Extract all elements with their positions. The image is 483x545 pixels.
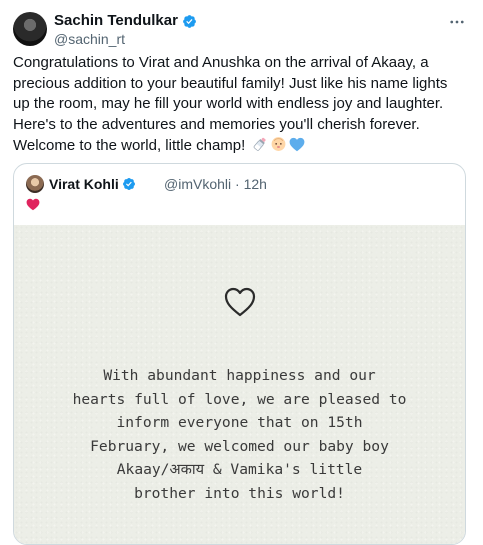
tweet[interactable]: Sachin Tendulkar @sachin_rt Congratulati… — [0, 0, 483, 545]
tweet-body: Congratulations to Virat and Anushka on … — [13, 54, 448, 154]
meta-separator: · — [235, 176, 240, 192]
quoted-meta: @imVkohli · 12h — [164, 175, 267, 193]
announcement-message: With abundant happiness and our hearts f… — [72, 367, 407, 502]
verified-badge-icon — [122, 178, 135, 190]
baby-bottle-icon — [252, 136, 268, 159]
quoted-author-name-row[interactable]: Virat Kohli — [49, 175, 136, 193]
author-handle[interactable]: @sachin_rt — [54, 31, 125, 48]
red-heart-icon — [26, 198, 40, 211]
baby-icon — [270, 135, 287, 159]
outline-heart-icon — [224, 287, 256, 317]
author-name[interactable]: Sachin Tendulkar — [54, 12, 178, 30]
quoted-author-name[interactable]: Virat Kohli — [49, 175, 119, 193]
more-options-button[interactable] — [445, 12, 469, 32]
quoted-author-handle[interactable]: @imVkohli — [164, 176, 231, 192]
tweet-text: Congratulations to Virat and Anushka on … — [13, 53, 465, 159]
author-avatar[interactable] — [13, 12, 47, 46]
quoted-tweet[interactable]: Virat Kohli @imVkohli · 12h With abundan… — [13, 163, 466, 545]
quoted-author-avatar[interactable] — [26, 175, 44, 193]
verified-badge-icon — [183, 14, 196, 28]
blue-heart-icon — [289, 137, 305, 159]
announcement-card[interactable]: With abundant happiness and our hearts f… — [14, 225, 465, 544]
quoted-timestamp[interactable]: 12h — [244, 176, 267, 192]
more-horizontal-icon — [450, 20, 464, 24]
author-name-row[interactable]: Sachin Tendulkar — [54, 12, 197, 30]
